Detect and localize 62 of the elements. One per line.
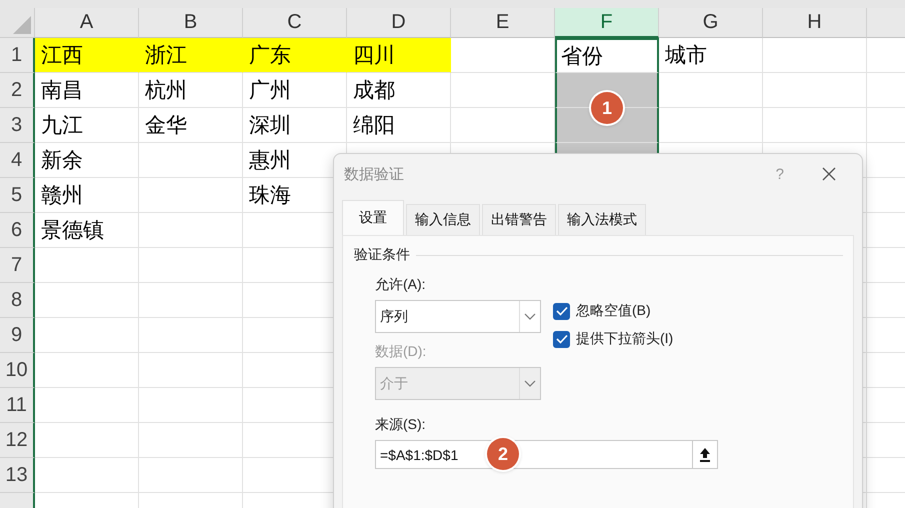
table-cell: 广州 (243, 73, 347, 108)
row-header[interactable]: 8 (0, 283, 35, 318)
table-cell: 省份 (555, 38, 659, 73)
row-header[interactable]: 13 (0, 458, 35, 493)
range-select-button[interactable] (692, 440, 718, 469)
table-cell: 景德镇 (35, 213, 139, 248)
corner-triangle-icon (11, 14, 31, 34)
field-label: 来源(S): (375, 416, 426, 434)
tab[interactable]: 输入法模式 (558, 204, 646, 235)
table-cell: 南昌 (35, 73, 139, 108)
column-header[interactable]: B (139, 8, 243, 38)
row-header[interactable]: 7 (0, 248, 35, 283)
column-header[interactable]: A (35, 8, 139, 38)
table-cell: 金华 (139, 108, 243, 143)
column-header[interactable]: E (451, 8, 555, 38)
field-label: 允许(A): (375, 276, 427, 294)
row-header[interactable]: 1 (0, 38, 35, 73)
chevron-down-icon (524, 380, 536, 388)
field-label: 数据(D): (375, 343, 428, 361)
row-header[interactable]: 6 (0, 213, 35, 248)
column-header[interactable]: G (659, 8, 763, 38)
table-cell: 九江 (35, 108, 139, 143)
row-header[interactable]: 3 (0, 108, 35, 143)
checkbox-label: 忽略空值(B) (576, 302, 651, 320)
group-title: 验证条件 (354, 246, 410, 264)
checkbox-label: 提供下拉箭头(I) (576, 330, 674, 348)
table-cell: 广东 (243, 38, 347, 73)
table-cell: 赣州 (35, 178, 139, 213)
chevron-down-icon (524, 312, 536, 320)
row-header[interactable]: 11 (0, 388, 35, 423)
table-cell: 四川 (347, 38, 451, 73)
table-cell: 江西 (35, 38, 139, 73)
check-icon (556, 306, 568, 316)
column-header[interactable]: H (763, 8, 867, 38)
row-header[interactable]: 2 (0, 73, 35, 108)
tab[interactable]: 设置 (342, 200, 404, 235)
column-header[interactable]: F (555, 8, 659, 38)
step-badge: 2 (487, 438, 519, 470)
tab[interactable]: 输入信息 (406, 204, 480, 235)
table-cell: 成都 (347, 73, 451, 108)
table-cell: 杭州 (139, 73, 243, 108)
table-cell: 浙江 (139, 38, 243, 73)
table-cell: 绵阳 (347, 108, 451, 143)
table-cell: 新余 (35, 143, 139, 178)
table-cell: 深圳 (243, 108, 347, 143)
row-header[interactable]: 10 (0, 353, 35, 388)
dropdown[interactable]: 序列 (375, 300, 541, 333)
tab[interactable]: 出错警告 (482, 204, 556, 235)
row-header[interactable]: 9 (0, 318, 35, 353)
table-cell: 城市 (659, 38, 763, 73)
window-title: 数据验证 (344, 164, 405, 184)
checkbox[interactable] (553, 330, 570, 348)
close-icon (822, 167, 836, 181)
row-header[interactable]: 5 (0, 178, 35, 213)
checkbox[interactable] (553, 302, 570, 320)
column-header[interactable]: C (243, 8, 347, 38)
upload-arrow-icon (699, 446, 711, 462)
step-badge: 1 (591, 92, 623, 124)
row-header[interactable]: 12 (0, 423, 35, 458)
column-header[interactable]: D (347, 8, 451, 38)
check-icon (556, 334, 568, 344)
row-header[interactable]: 4 (0, 143, 35, 178)
